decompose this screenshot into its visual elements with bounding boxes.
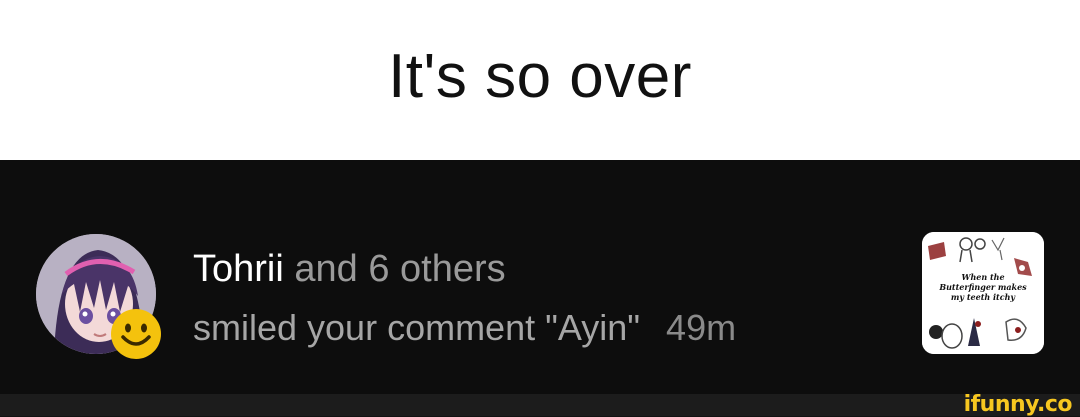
notification-action: smiled your comment "Ayin" xyxy=(193,307,641,348)
post-thumbnail[interactable]: When the Butterfinger makes my teeth itc… xyxy=(922,232,1044,354)
notification-subtitle: smiled your comment "Ayin" 49m xyxy=(193,307,736,349)
actor-name[interactable]: Tohrii xyxy=(193,248,284,290)
notification-row[interactable] xyxy=(0,160,1080,394)
caption-text: It's so over xyxy=(388,41,692,111)
meme-caption: It's so over xyxy=(0,0,1080,160)
thumbnail-line: my teeth itchy xyxy=(950,292,1016,302)
smile-emoji-icon xyxy=(111,309,161,359)
thumbnail-line: Butterfinger makes xyxy=(939,282,1027,292)
thumbnail-line: When the xyxy=(961,272,1005,282)
notification-title: Tohrii and 6 others xyxy=(193,248,506,291)
footer-bar xyxy=(0,394,1080,416)
others-count: and 6 others xyxy=(283,248,506,290)
ifunny-watermark: ifunny.co xyxy=(963,392,1073,417)
thumbnail-caption: When the Butterfinger makes my teeth itc… xyxy=(922,272,1044,302)
notification-time: 49m xyxy=(666,307,737,348)
